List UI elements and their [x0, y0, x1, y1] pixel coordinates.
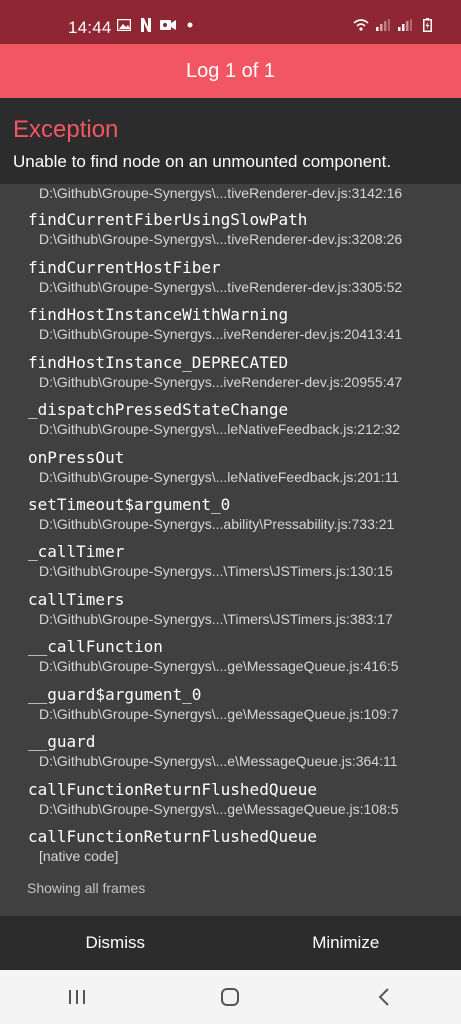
signal-icon	[375, 18, 391, 32]
minimize-button[interactable]: Minimize	[231, 916, 461, 970]
recents-icon[interactable]	[47, 977, 107, 1017]
stack-frame-file: D:\Github\Groupe-Synergys\...leNativeFee…	[39, 469, 400, 485]
stack-frame[interactable]: _dispatchPressedStateChange D:\Github\Gr…	[28, 400, 448, 438]
back-icon[interactable]	[354, 977, 414, 1017]
stack-frame-file: D:\Github\Groupe-Synergys...iveRenderer-…	[39, 374, 403, 390]
stack-frame[interactable]: _callTimer D:\Github\Groupe-Synergys...\…	[28, 542, 448, 580]
stack-frame-function: findCurrentHostFiber	[28, 258, 221, 277]
stack-frame-file: D:\Github\Groupe-Synergys\...ge\MessageQ…	[39, 706, 399, 722]
video-icon	[160, 18, 176, 32]
stack-frame-file: D:\Github\Groupe-Synergys\...tiveRendere…	[39, 279, 403, 295]
stack-frame-file: D:\Github\Groupe-Synergys\...tiveRendere…	[39, 231, 403, 247]
image-icon	[116, 18, 132, 32]
stack-frame-function: __callFunction	[28, 637, 163, 656]
stack-frame-file: D:\Github\Groupe-Synergys\...tiveRendere…	[39, 185, 403, 201]
stack-frame-function: findHostInstanceWithWarning	[28, 305, 289, 324]
signal-icon	[397, 18, 413, 32]
system-navbar	[0, 970, 461, 1024]
status-time: 14:44	[68, 18, 112, 37]
stack-frame-file: D:\Github\Groupe-Synergys...ability\Pres…	[39, 516, 395, 532]
log-title: Log 1 of 1	[186, 59, 275, 82]
stack-frame-file: D:\Github\Groupe-Synergys\...ge\MessageQ…	[39, 658, 399, 674]
log-header: Log 1 of 1	[0, 44, 461, 98]
exception-panel: Exception Unable to find node on an unmo…	[0, 98, 461, 184]
stack-frame-function: _dispatchPressedStateChange	[28, 400, 289, 419]
stack-frame[interactable]: setTimeout$argument_0 D:\Github\Groupe-S…	[28, 495, 448, 533]
stack-frame[interactable]: findCurrentHostFiber D:\Github\Groupe-Sy…	[28, 258, 448, 296]
stack-frame-file: D:\Github\Groupe-Synergys...\Timers\JSTi…	[39, 611, 393, 627]
stack-frame-file: D:\Github\Groupe-Synergys\...ge\MessageQ…	[39, 801, 399, 817]
stack-frame-function: _callTimer	[28, 542, 125, 561]
stack-frame[interactable]: findCurrentFiberUsingSlowPath D:\Github\…	[28, 210, 448, 248]
action-bar: Dismiss Minimize	[0, 916, 461, 970]
stack-frame-function: findCurrentFiberUsingSlowPath	[28, 210, 308, 229]
stack-frame-function: onPressOut	[28, 448, 125, 467]
stack-frame-file: D:\Github\Groupe-Synergys\...leNativeFee…	[39, 421, 401, 437]
stack-frame[interactable]: __guard D:\Github\Groupe-Synergys\...e\M…	[28, 732, 448, 770]
battery-icon	[419, 18, 435, 32]
stack-frame[interactable]: __callFunction D:\Github\Groupe-Synergys…	[28, 637, 448, 675]
stack-frame-file: D:\Github\Groupe-Synergys...iveRenderer-…	[39, 326, 403, 342]
dismiss-button[interactable]: Dismiss	[0, 916, 231, 970]
wifi-icon	[353, 18, 369, 32]
stack-frame-function: findHostInstance_DEPRECATED	[28, 353, 289, 372]
exception-title: Exception	[13, 116, 119, 143]
stack-frame-file: [native code]	[39, 848, 119, 864]
status-icons-left	[116, 18, 198, 32]
stack-frame-function: callFunctionReturnFlushedQueue	[28, 780, 317, 799]
stack-frame[interactable]: callTimers D:\Github\Groupe-Synergys...\…	[28, 590, 448, 628]
stack-frame-function: __guard$argument_0	[28, 685, 202, 704]
stack-frame-function: __guard	[28, 732, 96, 751]
stack-frame[interactable]: findHostInstanceWithWarning D:\Github\Gr…	[28, 305, 448, 343]
status-icons-right	[353, 18, 435, 32]
home-icon[interactable]	[200, 977, 260, 1017]
stack-frame-function: setTimeout$argument_0	[28, 495, 231, 514]
status-bar: 14:44	[0, 0, 461, 44]
stack-trace[interactable]: D:\Github\Groupe-Synergys\...tiveRendere…	[0, 184, 461, 916]
stack-frame-file: D:\Github\Groupe-Synergys\...e\MessageQu…	[39, 753, 398, 769]
stack-frame-function: callTimers	[28, 590, 125, 609]
stack-frame-file: D:\Github\Groupe-Synergys...\Timers\JSTi…	[39, 563, 393, 579]
stack-frame[interactable]: callFunctionReturnFlushedQueue [native c…	[28, 827, 448, 865]
stack-frame[interactable]: findHostInstance_DEPRECATED D:\Github\Gr…	[28, 353, 448, 391]
netflix-icon	[138, 18, 154, 32]
showing-all-frames-toggle[interactable]: Showing all frames	[27, 880, 145, 896]
stack-frame[interactable]: __guard$argument_0 D:\Github\Groupe-Syne…	[28, 685, 448, 723]
dot-icon	[182, 18, 198, 32]
stack-frame[interactable]: callFunctionReturnFlushedQueue D:\Github…	[28, 780, 448, 818]
stack-frame[interactable]: onPressOut D:\Github\Groupe-Synergys\...…	[28, 448, 448, 486]
stack-frame-function: callFunctionReturnFlushedQueue	[28, 827, 317, 846]
exception-message: Unable to find node on an unmounted comp…	[13, 152, 392, 171]
